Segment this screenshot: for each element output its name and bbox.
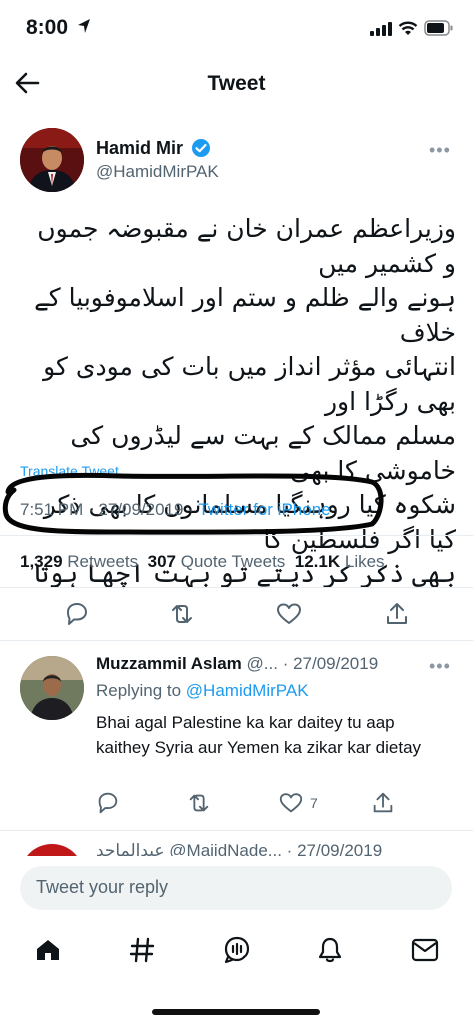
separator: · bbox=[183, 500, 199, 519]
reply-author-avatar[interactable] bbox=[20, 656, 84, 720]
battery-icon bbox=[424, 20, 453, 36]
replying-to-handle[interactable]: @HamidMirPAK bbox=[186, 681, 309, 700]
likes-label: Likes bbox=[344, 552, 385, 571]
person-silhouette-icon bbox=[20, 656, 84, 720]
tweet-source-link[interactable]: Twitter for iPhone bbox=[198, 500, 330, 519]
separator: · bbox=[83, 500, 99, 519]
location-arrow-icon bbox=[78, 19, 90, 33]
author-avatar[interactable] bbox=[20, 128, 84, 192]
retweets-label: Retweets bbox=[67, 552, 139, 571]
replying-prefix: Replying to bbox=[96, 681, 182, 700]
author-handle[interactable]: @HamidMirPAK bbox=[96, 162, 219, 182]
reply-like-count: 7 bbox=[310, 795, 318, 811]
spaces-icon[interactable] bbox=[222, 935, 252, 965]
retweets-stat[interactable]: 1,329 Retweets bbox=[20, 552, 138, 571]
author-name[interactable]: Hamid Mir bbox=[96, 138, 183, 159]
tweet-date: 27/09/2019 bbox=[98, 500, 184, 519]
reply-share-icon[interactable] bbox=[370, 790, 396, 816]
reply-more-options-icon[interactable]: ••• bbox=[429, 656, 451, 677]
messages-envelope-icon[interactable] bbox=[411, 937, 439, 963]
reply-reply-icon[interactable] bbox=[94, 790, 120, 816]
reply-text: Bhai agal Palestine ka kar daitey tu aap… bbox=[96, 713, 422, 757]
tweet-text-line: وزیراعظم عمران خان نے مقبوضہ جموں و کشمی… bbox=[37, 214, 456, 278]
like-heart-icon[interactable] bbox=[275, 600, 303, 628]
status-time: 8:00 bbox=[26, 16, 69, 39]
quotes-label: Quote Tweets bbox=[180, 552, 286, 571]
reply-header: Muzzammil Aslam @... · 27/09/2019 bbox=[96, 654, 378, 674]
tweet-stats: 1,329 Retweets 307 Quote Tweets 12.1K Li… bbox=[20, 552, 385, 572]
quotes-count: 307 bbox=[147, 552, 176, 571]
replying-to: Replying to @HamidMirPAK bbox=[96, 681, 309, 701]
explore-hashtag-icon[interactable] bbox=[128, 936, 156, 964]
notifications-bell-icon[interactable] bbox=[316, 936, 344, 964]
reply-like-heart-icon[interactable] bbox=[278, 790, 304, 816]
retweets-count: 1,329 bbox=[20, 552, 63, 571]
tweet-time: 7:51 PM bbox=[20, 500, 84, 519]
reply-author-name[interactable]: Muzzammil Aslam bbox=[96, 654, 242, 673]
person-silhouette-icon bbox=[20, 128, 84, 192]
reply-date: · 27/09/2019 bbox=[282, 654, 379, 673]
reply-icon[interactable] bbox=[62, 600, 90, 628]
status-bar: 8:00 bbox=[0, 0, 473, 56]
verified-badge-icon bbox=[192, 139, 210, 157]
home-icon[interactable] bbox=[34, 936, 62, 964]
tweet-text-line: ہونے والے ظلم و ستم اور اسلاموفوبیا کے خ… bbox=[34, 283, 456, 347]
divider bbox=[0, 587, 473, 588]
likes-count: 12.1K bbox=[294, 552, 341, 571]
home-indicator bbox=[152, 1009, 320, 1015]
retweet-icon[interactable] bbox=[168, 600, 196, 628]
page-title: Tweet bbox=[207, 72, 266, 95]
likes-stat[interactable]: 12.1K Likes bbox=[295, 552, 385, 571]
wifi-icon bbox=[398, 21, 418, 35]
divider bbox=[0, 830, 473, 831]
divider bbox=[0, 535, 473, 536]
share-icon[interactable] bbox=[383, 600, 411, 628]
quotes-stat[interactable]: 307 Quote Tweets bbox=[148, 552, 286, 571]
reply-input-placeholder: Tweet your reply bbox=[36, 877, 169, 897]
reply-author-handle[interactable]: @... bbox=[247, 654, 278, 673]
more-options-icon[interactable]: ••• bbox=[429, 140, 451, 161]
divider bbox=[0, 640, 473, 641]
cellular-signal-icon bbox=[370, 22, 392, 36]
tweet-meta: 7:51 PM · 27/09/2019 · Twitter for iPhon… bbox=[20, 500, 331, 520]
reply-retweet-icon[interactable] bbox=[186, 790, 212, 816]
tweet-text-line: انتہائی مؤثر انداز میں بات کی مودی کو بھ… bbox=[43, 352, 456, 416]
